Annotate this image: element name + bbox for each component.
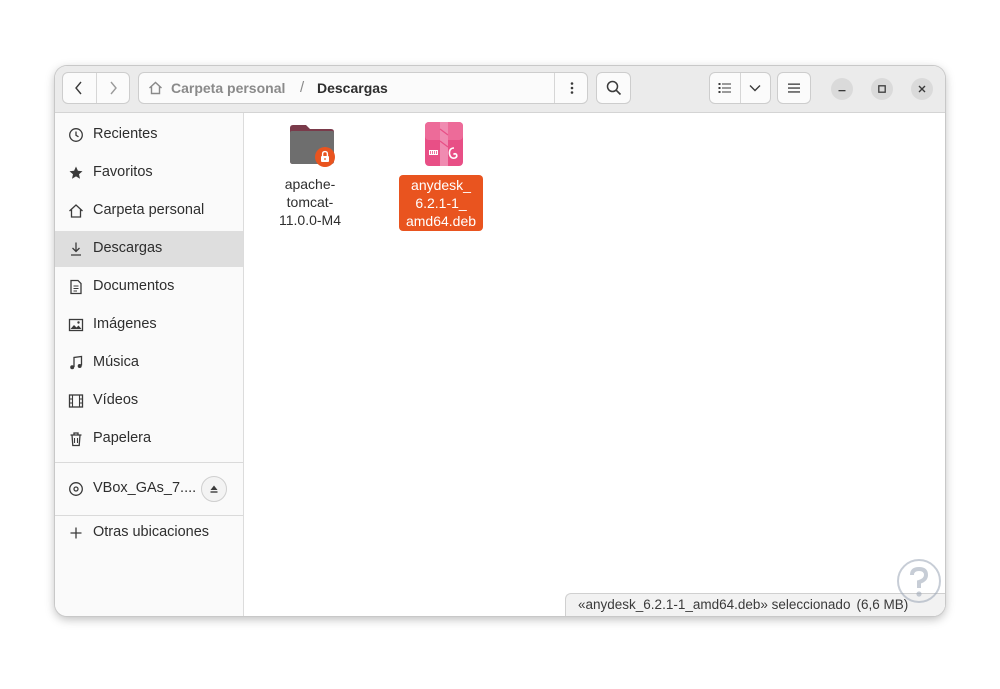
breadcrumb-home[interactable]: Carpeta personal — [171, 80, 285, 96]
watermark-logo-icon — [897, 559, 941, 603]
search-button[interactable] — [596, 72, 631, 104]
list-view-button[interactable] — [710, 73, 740, 103]
music-icon — [68, 355, 84, 371]
close-icon — [918, 85, 926, 93]
close-button[interactable] — [911, 78, 933, 100]
sidebar-item-label: Vídeos — [93, 392, 139, 408]
sidebar-item-label: Imágenes — [93, 316, 157, 332]
chevron-right-icon — [110, 81, 117, 95]
sidebar-item-label: Carpeta personal — [93, 202, 205, 218]
sidebar-item-device[interactable]: VBox_GAs_7.... — [55, 468, 243, 510]
breadcrumb-current[interactable]: Descargas — [317, 80, 388, 96]
file-view: apache- tomcat- 11.0.0-M4 anydesk_ 6.2.1… — [244, 113, 945, 616]
sidebar-item-label: Descargas — [93, 240, 163, 256]
sidebar-item-papelera[interactable]: Papelera — [55, 421, 243, 457]
forward-button[interactable] — [96, 73, 129, 103]
maximize-button[interactable] — [871, 78, 893, 100]
film-icon — [68, 393, 84, 409]
sidebar-item-label: Música — [93, 354, 139, 370]
eject-button[interactable] — [201, 476, 227, 502]
home-icon[interactable] — [148, 81, 163, 100]
chevron-left-icon — [75, 81, 82, 95]
status-text: «anydesk_6.2.1-1_amd64.deb» seleccionado — [578, 597, 851, 612]
sidebar: Recientes Favoritos Carpeta personal Des… — [55, 113, 244, 616]
document-icon — [68, 279, 84, 295]
minimize-button[interactable] — [831, 78, 853, 100]
eject-icon — [210, 485, 218, 493]
status-bar: «anydesk_6.2.1-1_amd64.deb» seleccionado… — [565, 593, 945, 616]
sidebar-item-documentos[interactable]: Documentos — [55, 269, 243, 305]
clock-icon — [68, 127, 84, 143]
debian-package-icon — [425, 122, 463, 166]
disc-icon — [68, 481, 84, 497]
sidebar-item-carpeta-personal[interactable]: Carpeta personal — [55, 193, 243, 229]
trash-icon — [68, 431, 84, 447]
minimize-icon — [838, 90, 846, 92]
back-button[interactable] — [63, 73, 96, 103]
headerbar: Carpeta personal / Descargas — [55, 66, 945, 113]
sidebar-item-label: Papelera — [93, 430, 152, 446]
list-view-icon — [718, 83, 731, 93]
sidebar-divider — [55, 462, 243, 463]
file-manager-window: Carpeta personal / Descargas Recientes F… — [55, 66, 945, 616]
path-bar: Carpeta personal / Descargas — [138, 72, 588, 104]
home-icon — [68, 203, 84, 219]
sidebar-item-musica[interactable]: Música — [55, 345, 243, 381]
download-icon — [68, 241, 84, 257]
sidebar-item-label: Otras ubicaciones — [93, 524, 210, 540]
view-options-button[interactable] — [741, 73, 771, 103]
image-icon — [68, 317, 84, 333]
plus-icon — [68, 525, 84, 541]
sidebar-item-label: Favoritos — [93, 164, 153, 180]
sidebar-item-label: VBox_GAs_7.... — [93, 480, 197, 496]
breadcrumb-separator: / — [300, 79, 305, 96]
sidebar-item-favoritos[interactable]: Favoritos — [55, 155, 243, 191]
locked-folder-icon — [290, 125, 335, 167]
chevron-down-icon — [749, 85, 761, 92]
file-name: apache- tomcat- 11.0.0-M4 — [279, 176, 341, 228]
kebab-icon — [570, 82, 573, 94]
file-item-apache-tomcat[interactable]: apache- tomcat- 11.0.0-M4 — [267, 121, 353, 231]
folder-menu-button[interactable] — [555, 73, 588, 103]
maximize-icon — [878, 85, 886, 93]
main-menu-button[interactable] — [777, 72, 811, 104]
sidebar-item-label: Recientes — [93, 126, 158, 142]
sidebar-item-otras-ubicaciones[interactable]: Otras ubicaciones — [55, 515, 243, 551]
hamburger-icon — [788, 83, 800, 93]
search-icon — [606, 80, 621, 96]
sidebar-item-imagenes[interactable]: Imágenes — [55, 307, 243, 343]
navigation-buttons — [62, 72, 130, 104]
star-icon — [68, 165, 84, 181]
sidebar-item-label: Documentos — [93, 278, 175, 294]
sidebar-item-descargas[interactable]: Descargas — [55, 231, 243, 267]
sidebar-item-videos[interactable]: Vídeos — [55, 383, 243, 419]
file-name: anydesk_ 6.2.1-1_ amd64.deb — [399, 175, 483, 231]
view-buttons — [709, 72, 771, 104]
file-item-anydesk-deb[interactable]: anydesk_ 6.2.1-1_ amd64.deb — [399, 121, 485, 231]
sidebar-item-recientes[interactable]: Recientes — [55, 117, 243, 153]
